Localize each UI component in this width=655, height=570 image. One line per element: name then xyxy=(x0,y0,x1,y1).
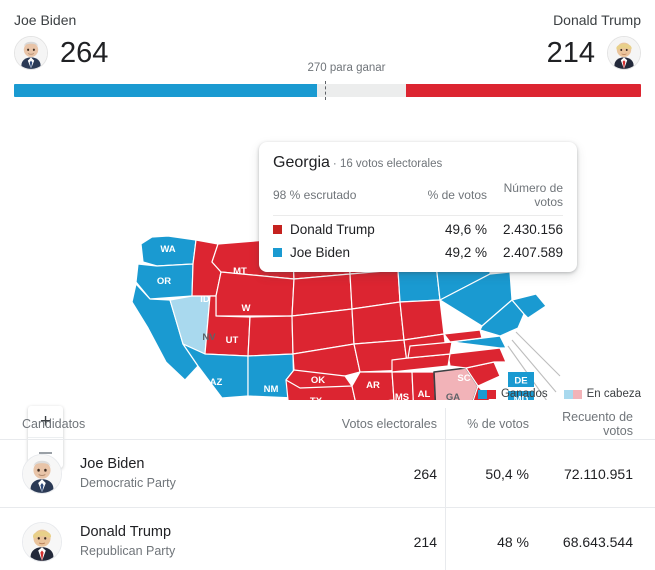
legend-item-won: Ganados xyxy=(477,388,548,400)
svg-text:W: W xyxy=(242,303,251,314)
row-candidate-party: Democratic Party xyxy=(80,475,176,490)
svg-text:OK: OK xyxy=(311,375,325,386)
biden-row-avatar xyxy=(22,453,62,494)
table-column-divider xyxy=(445,408,446,439)
legend-swatch-won xyxy=(477,389,496,399)
info-card-state-meta: · 16 votos electorales xyxy=(332,158,443,170)
progress-bar-trump xyxy=(405,84,641,97)
right-candidate-name: Donald Trump xyxy=(553,12,641,28)
table-row[interactable]: Joe Biden Democratic Party 264 50,4 % 72… xyxy=(0,440,655,508)
state-info-card: Georgia · 16 votos electorales 98 % escru… xyxy=(259,142,577,272)
row-electoral-votes: 214 xyxy=(413,533,437,550)
svg-text:WA: WA xyxy=(160,244,175,255)
row-vote-count: 68.643.544 xyxy=(562,533,633,550)
results-table: Candidatos Votos electorales % de votos … xyxy=(0,408,655,570)
header-vote-pct: % de votos xyxy=(467,416,529,431)
electoral-progress-bar xyxy=(14,81,641,100)
info-card-candidate-name: Joe Biden xyxy=(290,245,351,260)
legend-label-leading: En cabeza xyxy=(586,388,641,400)
svg-text:NM: NM xyxy=(264,384,279,395)
svg-text:GA: GA xyxy=(446,392,460,400)
info-card-candidate-pct: 49,6 % xyxy=(444,222,487,237)
svg-text:MS: MS xyxy=(395,392,409,400)
table-header-row: Candidatos Votos electorales % de votos … xyxy=(0,408,655,440)
win-threshold-label: 270 para ganar xyxy=(0,62,655,74)
row-candidate-party: Republican Party xyxy=(80,543,176,558)
info-card-title: Georgia · 16 votos electorales xyxy=(273,154,563,172)
info-card-col-count: Número de votos xyxy=(503,181,563,209)
legend-label-won: Ganados xyxy=(500,388,548,400)
info-card-state-name: Georgia xyxy=(273,154,330,171)
svg-text:CA: CA xyxy=(143,341,157,352)
election-results-panel: Joe Biden Donald Trump 264 214 270 para … xyxy=(0,0,655,570)
svg-text:AZ: AZ xyxy=(210,377,223,388)
left-candidate-name: Joe Biden xyxy=(14,12,77,28)
svg-text:TX: TX xyxy=(310,396,323,400)
info-card-candidate-count: 2.430.156 xyxy=(502,222,563,237)
header-electoral-votes: Votos electorales xyxy=(341,416,437,431)
info-card-candidate-count: 2.407.589 xyxy=(502,245,563,260)
trump-row-avatar xyxy=(22,521,62,562)
info-card-reporting: 98 % escrutado xyxy=(273,188,357,202)
svg-text:DE: DE xyxy=(514,376,527,387)
header-vote-count: Recuento de votos xyxy=(562,409,633,438)
row-candidate-name: Joe Biden xyxy=(80,456,145,473)
info-card-body: Donald Trump 49,6 % 2.430.156 Joe Biden … xyxy=(273,216,563,262)
info-card-row: Joe Biden 49,2 % 2.407.589 xyxy=(273,239,563,262)
table-row[interactable]: Donald Trump Republican Party 214 48 % 6… xyxy=(0,508,655,570)
svg-text:UT: UT xyxy=(226,335,239,346)
win-threshold-text: 270 para ganar xyxy=(307,62,386,74)
row-vote-pct: 48 % xyxy=(497,533,529,550)
header-candidates: Candidatos xyxy=(22,416,86,431)
legend-swatch-leading xyxy=(563,389,582,399)
party-swatch-icon xyxy=(273,248,282,257)
svg-text:AR: AR xyxy=(366,380,380,391)
info-card-candidate-name: Donald Trump xyxy=(290,222,375,237)
svg-text:MT: MT xyxy=(233,266,247,277)
map-legend: Ganados En cabeza xyxy=(462,388,641,400)
info-card-header-row: 98 % escrutado % de votos Número de voto… xyxy=(273,181,563,216)
svg-text:OR: OR xyxy=(157,276,171,287)
svg-text:NV: NV xyxy=(202,332,216,343)
row-electoral-votes: 264 xyxy=(413,465,437,482)
table-column-divider xyxy=(445,508,446,570)
svg-text:AL: AL xyxy=(418,389,431,400)
info-card-candidate-pct: 49,2 % xyxy=(444,245,487,260)
svg-text:ID: ID xyxy=(200,294,210,305)
header-summary: Joe Biden Donald Trump 264 214 270 para … xyxy=(0,0,655,104)
progress-bar-biden xyxy=(14,84,317,97)
svg-text:SC: SC xyxy=(457,373,470,384)
row-vote-count: 72.110.951 xyxy=(563,465,633,482)
row-candidate-name: Donald Trump xyxy=(80,524,172,541)
legend-item-leading: En cabeza xyxy=(563,388,641,400)
table-column-divider xyxy=(445,440,446,507)
info-card-col-pct: % de votos xyxy=(427,188,487,202)
party-swatch-icon xyxy=(273,225,282,234)
progress-bar-270-marker xyxy=(324,81,326,100)
info-card-row: Donald Trump 49,6 % 2.430.156 xyxy=(273,216,563,239)
row-vote-pct: 50,4 % xyxy=(485,465,529,482)
